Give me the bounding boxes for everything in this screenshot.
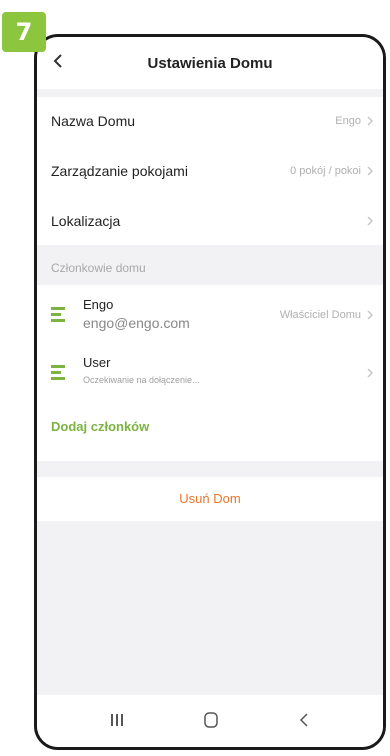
step-number-badge: 7 <box>2 12 46 52</box>
page-title: Ustawienia Domu <box>147 55 273 72</box>
back-icon[interactable] <box>295 711 315 729</box>
system-nav-bar <box>37 695 383 747</box>
members-section-label: Członkowie domu <box>51 261 146 275</box>
room-management-label: Zarządzanie pokojami <box>51 163 188 179</box>
members-card: Engo engo@engo.com Właściciel Domu User … <box>37 285 383 461</box>
member-invite-status: Oczekiwanie na dołączenie... <box>83 375 200 385</box>
home-name-label: Nazwa Domu <box>51 113 136 129</box>
home-icon[interactable] <box>201 711 221 729</box>
chevron-right-icon <box>367 166 374 176</box>
location-label: Lokalizacja <box>51 213 121 229</box>
delete-home-card: Usuń Dom <box>37 477 383 521</box>
chevron-right-icon <box>367 310 374 320</box>
member-list-icon <box>51 307 65 322</box>
home-name-row[interactable]: Nazwa Domu Engo <box>37 97 383 145</box>
chevron-right-icon <box>367 368 374 378</box>
add-members-button[interactable]: Dodaj członków <box>51 419 149 434</box>
settings-card: Nazwa Domu Engo Zarządzanie pokojami 0 p… <box>37 97 383 245</box>
app-header: Ustawienia Domu <box>37 37 383 89</box>
member-list-icon <box>51 365 65 380</box>
home-name-value: Engo <box>335 115 361 127</box>
delete-home-button[interactable]: Usuń Dom <box>37 491 383 506</box>
room-management-row[interactable]: Zarządzanie pokojami 0 pokój / pokoi <box>37 147 383 195</box>
member-name: User <box>83 355 111 370</box>
member-role: Właściciel Domu <box>279 309 361 321</box>
room-count-value: 0 pokój / pokoi <box>290 165 361 177</box>
member-name: Engo <box>83 297 114 312</box>
recent-apps-icon[interactable] <box>107 711 127 729</box>
chevron-right-icon <box>367 216 374 226</box>
location-row[interactable]: Lokalizacja <box>37 197 383 245</box>
member-email: engo@engo.com <box>83 315 190 331</box>
member-row-owner[interactable]: Engo engo@engo.com Właściciel Domu <box>37 285 383 345</box>
phone-frame: Ustawienia Domu Nazwa Domu Engo Zarządza… <box>34 34 386 750</box>
chevron-right-icon <box>367 116 374 126</box>
member-row-pending[interactable]: User Oczekiwanie na dołączenie... <box>37 345 383 401</box>
